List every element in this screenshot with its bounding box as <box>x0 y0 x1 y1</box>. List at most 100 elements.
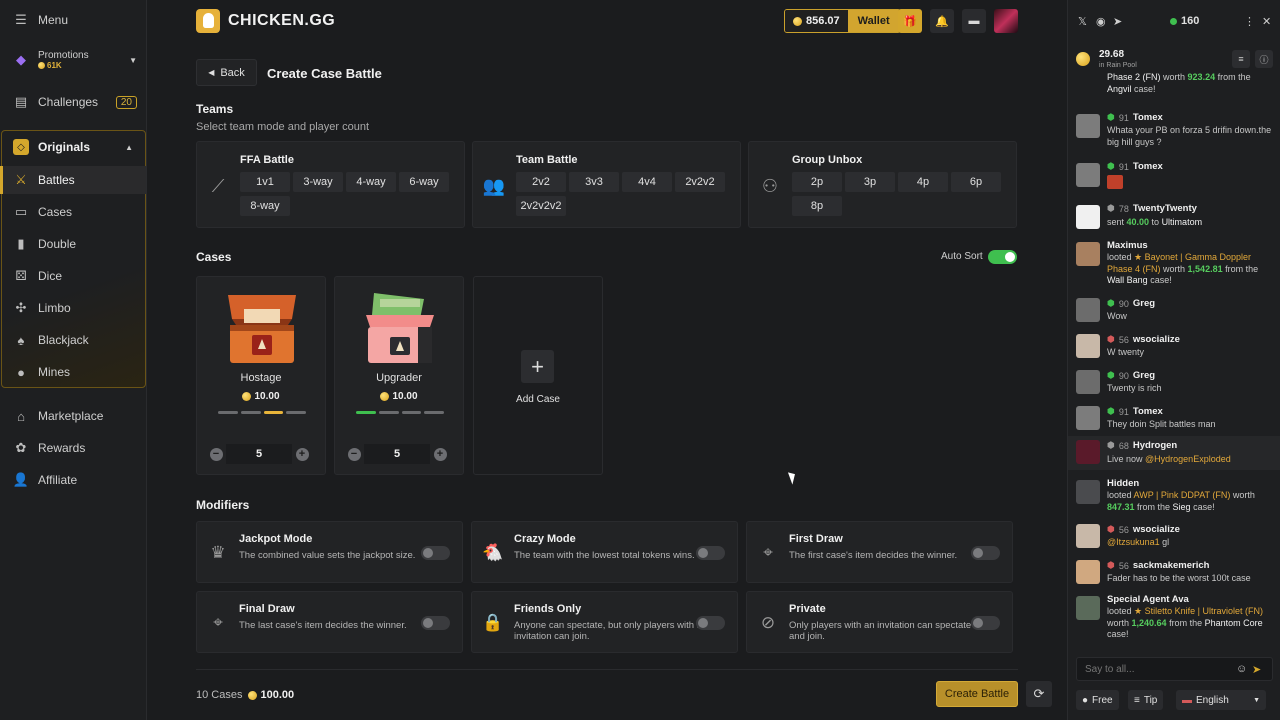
avatar[interactable] <box>1076 524 1100 548</box>
back-button[interactable]: ◀ Back <box>196 59 257 86</box>
sidebar-item-marketplace[interactable]: ⌂ Marketplace <box>0 406 146 426</box>
increment-button[interactable]: + <box>292 444 312 464</box>
mode-option-2v2v2v2[interactable]: 2v2v2v2 <box>516 196 566 216</box>
avatar[interactable] <box>1076 440 1100 464</box>
gift-button[interactable]: 🎁 <box>898 9 922 33</box>
avatar[interactable] <box>1076 406 1100 430</box>
chat-message: Phase 2 (FN) worth 923.24 from the Angvi… <box>1068 70 1280 102</box>
sidebar-item-dice[interactable]: ⚄ Dice <box>0 266 146 286</box>
notifications-button[interactable]: 🔔 <box>930 9 954 33</box>
avatar[interactable] <box>1076 370 1100 394</box>
sidebar-item-battles[interactable]: ⚔ Battles <box>0 166 146 194</box>
username[interactable]: TwentyTwenty <box>1133 203 1197 214</box>
avatar[interactable] <box>1076 163 1100 187</box>
mode-option-3p[interactable]: 3p <box>845 172 895 192</box>
avatar[interactable] <box>1076 298 1100 322</box>
chat-toggle-button[interactable]: ▬ <box>962 9 986 33</box>
chat-input[interactable] <box>1085 663 1236 675</box>
free-button[interactable]: ● Free <box>1076 690 1119 710</box>
case-card-upgrader[interactable]: Upgrader 10.00 − 5 + <box>334 276 464 475</box>
mode-option-8p[interactable]: 8p <box>792 196 842 216</box>
x-icon[interactable]: 𝕏 <box>1078 15 1087 28</box>
mode-option-1v1[interactable]: 1v1 <box>240 172 290 192</box>
username[interactable]: Tomex <box>1133 161 1163 172</box>
user-avatar[interactable] <box>994 9 1018 33</box>
avatar[interactable] <box>1076 596 1100 620</box>
sidebar-item-cases[interactable]: ▭ Cases <box>0 202 146 222</box>
mode-option-8-way[interactable]: 8-way <box>240 196 290 216</box>
increment-button[interactable]: + <box>430 444 450 464</box>
gift-icon: 🎁 <box>903 15 917 28</box>
avatar[interactable] <box>1076 334 1100 358</box>
avatar[interactable] <box>1076 205 1100 229</box>
modifier-toggle[interactable] <box>971 546 1000 560</box>
chevron-up-icon[interactable]: ▲ <box>125 143 133 152</box>
sidebar-item-mines[interactable]: ● Mines <box>0 362 146 382</box>
language-select[interactable]: ▬ English ▼ <box>1176 690 1266 710</box>
mode-option-4-way[interactable]: 4-way <box>346 172 396 192</box>
auto-sort-toggle[interactable] <box>988 250 1017 264</box>
sidebar-item-affiliate[interactable]: 👤 Affiliate <box>0 470 146 490</box>
rain-info-button[interactable]: ⓘ <box>1255 50 1273 68</box>
chevron-down-icon[interactable]: ▼ <box>129 56 137 65</box>
refresh-button[interactable]: ⟳ <box>1026 681 1052 707</box>
username[interactable]: Tomex <box>1133 406 1163 417</box>
rain-stack-button[interactable]: ≡ <box>1232 50 1250 68</box>
mode-option-4v4[interactable]: 4v4 <box>622 172 672 192</box>
mode-option-2v2v2[interactable]: 2v2v2 <box>675 172 725 192</box>
case-card-hostage[interactable]: Hostage 10.00 − 5 + <box>196 276 326 475</box>
avatar[interactable] <box>1076 114 1100 138</box>
discord-icon[interactable]: ◉ <box>1096 15 1106 28</box>
modifier-toggle[interactable] <box>696 546 725 560</box>
mode-option-3-way[interactable]: 3-way <box>293 172 343 192</box>
username[interactable]: Hidden <box>1107 478 1139 489</box>
username[interactable]: Hydrogen <box>1133 440 1177 451</box>
sidebar-item-blackjack[interactable]: ♠ Blackjack <box>0 330 146 350</box>
telegram-icon[interactable]: ➤ <box>1113 15 1122 28</box>
username[interactable]: sackmakemerich <box>1133 560 1210 571</box>
quantity-value[interactable]: 5 <box>226 444 292 464</box>
page-title: Create Case Battle <box>267 66 382 81</box>
sidebar-item-double[interactable]: ▮ Double <box>0 234 146 254</box>
quantity-value[interactable]: 5 <box>364 444 430 464</box>
decrement-button[interactable]: − <box>344 444 364 464</box>
originals-header[interactable]: ◇ Originals ▲ <box>0 137 146 157</box>
logo[interactable]: CHICKEN.GG <box>196 9 335 33</box>
username[interactable]: wsocialize <box>1133 334 1180 345</box>
message-header: ⬢ 68 Hydrogen <box>1107 440 1177 451</box>
close-icon[interactable]: ✕ <box>1262 15 1271 28</box>
username[interactable]: wsocialize <box>1133 524 1180 535</box>
username[interactable]: Special Agent Ava <box>1107 594 1189 605</box>
modifier-toggle[interactable] <box>421 546 450 560</box>
tip-button[interactable]: ≡ Tip <box>1128 690 1164 710</box>
sidebar-item-challenges[interactable]: ▤ Challenges 20 <box>0 92 146 112</box>
username[interactable]: Maximus <box>1107 240 1148 251</box>
decrement-button[interactable]: − <box>206 444 226 464</box>
more-icon[interactable]: ⋮ <box>1244 15 1255 28</box>
modifier-toggle[interactable] <box>421 616 450 630</box>
mode-option-6-way[interactable]: 6-way <box>399 172 449 192</box>
menu-button[interactable]: ☰ Menu <box>0 10 146 30</box>
sidebar-item-promotions[interactable]: ◆ Promotions 61K ▼ <box>0 46 146 74</box>
mode-option-2p[interactable]: 2p <box>792 172 842 192</box>
wallet-button[interactable]: Wallet <box>847 10 900 32</box>
sidebar-item-rewards[interactable]: ✿ Rewards <box>0 438 146 458</box>
avatar[interactable] <box>1076 242 1100 266</box>
avatar[interactable] <box>1076 480 1100 504</box>
sidebar-item-limbo[interactable]: ✣ Limbo <box>0 298 146 318</box>
username[interactable]: Greg <box>1133 298 1155 309</box>
modifier-toggle[interactable] <box>971 616 1000 630</box>
avatar[interactable] <box>1076 560 1100 584</box>
modifier-toggle[interactable] <box>696 616 725 630</box>
add-case-button[interactable]: + Add Case <box>473 276 603 475</box>
mode-option-6p[interactable]: 6p <box>951 172 1001 192</box>
mode-option-2v2[interactable]: 2v2 <box>516 172 566 192</box>
username[interactable]: Greg <box>1133 370 1155 381</box>
send-icon[interactable]: ➤ <box>1252 663 1272 676</box>
mode-option-4p[interactable]: 4p <box>898 172 948 192</box>
create-battle-button[interactable]: Create Battle <box>936 681 1018 707</box>
username[interactable]: Tomex <box>1133 112 1163 123</box>
mode-option-3v3[interactable]: 3v3 <box>569 172 619 192</box>
battle-summary: 10 Cases 100.00 <box>196 689 294 701</box>
emoji-icon[interactable]: ☺ <box>1236 663 1252 675</box>
